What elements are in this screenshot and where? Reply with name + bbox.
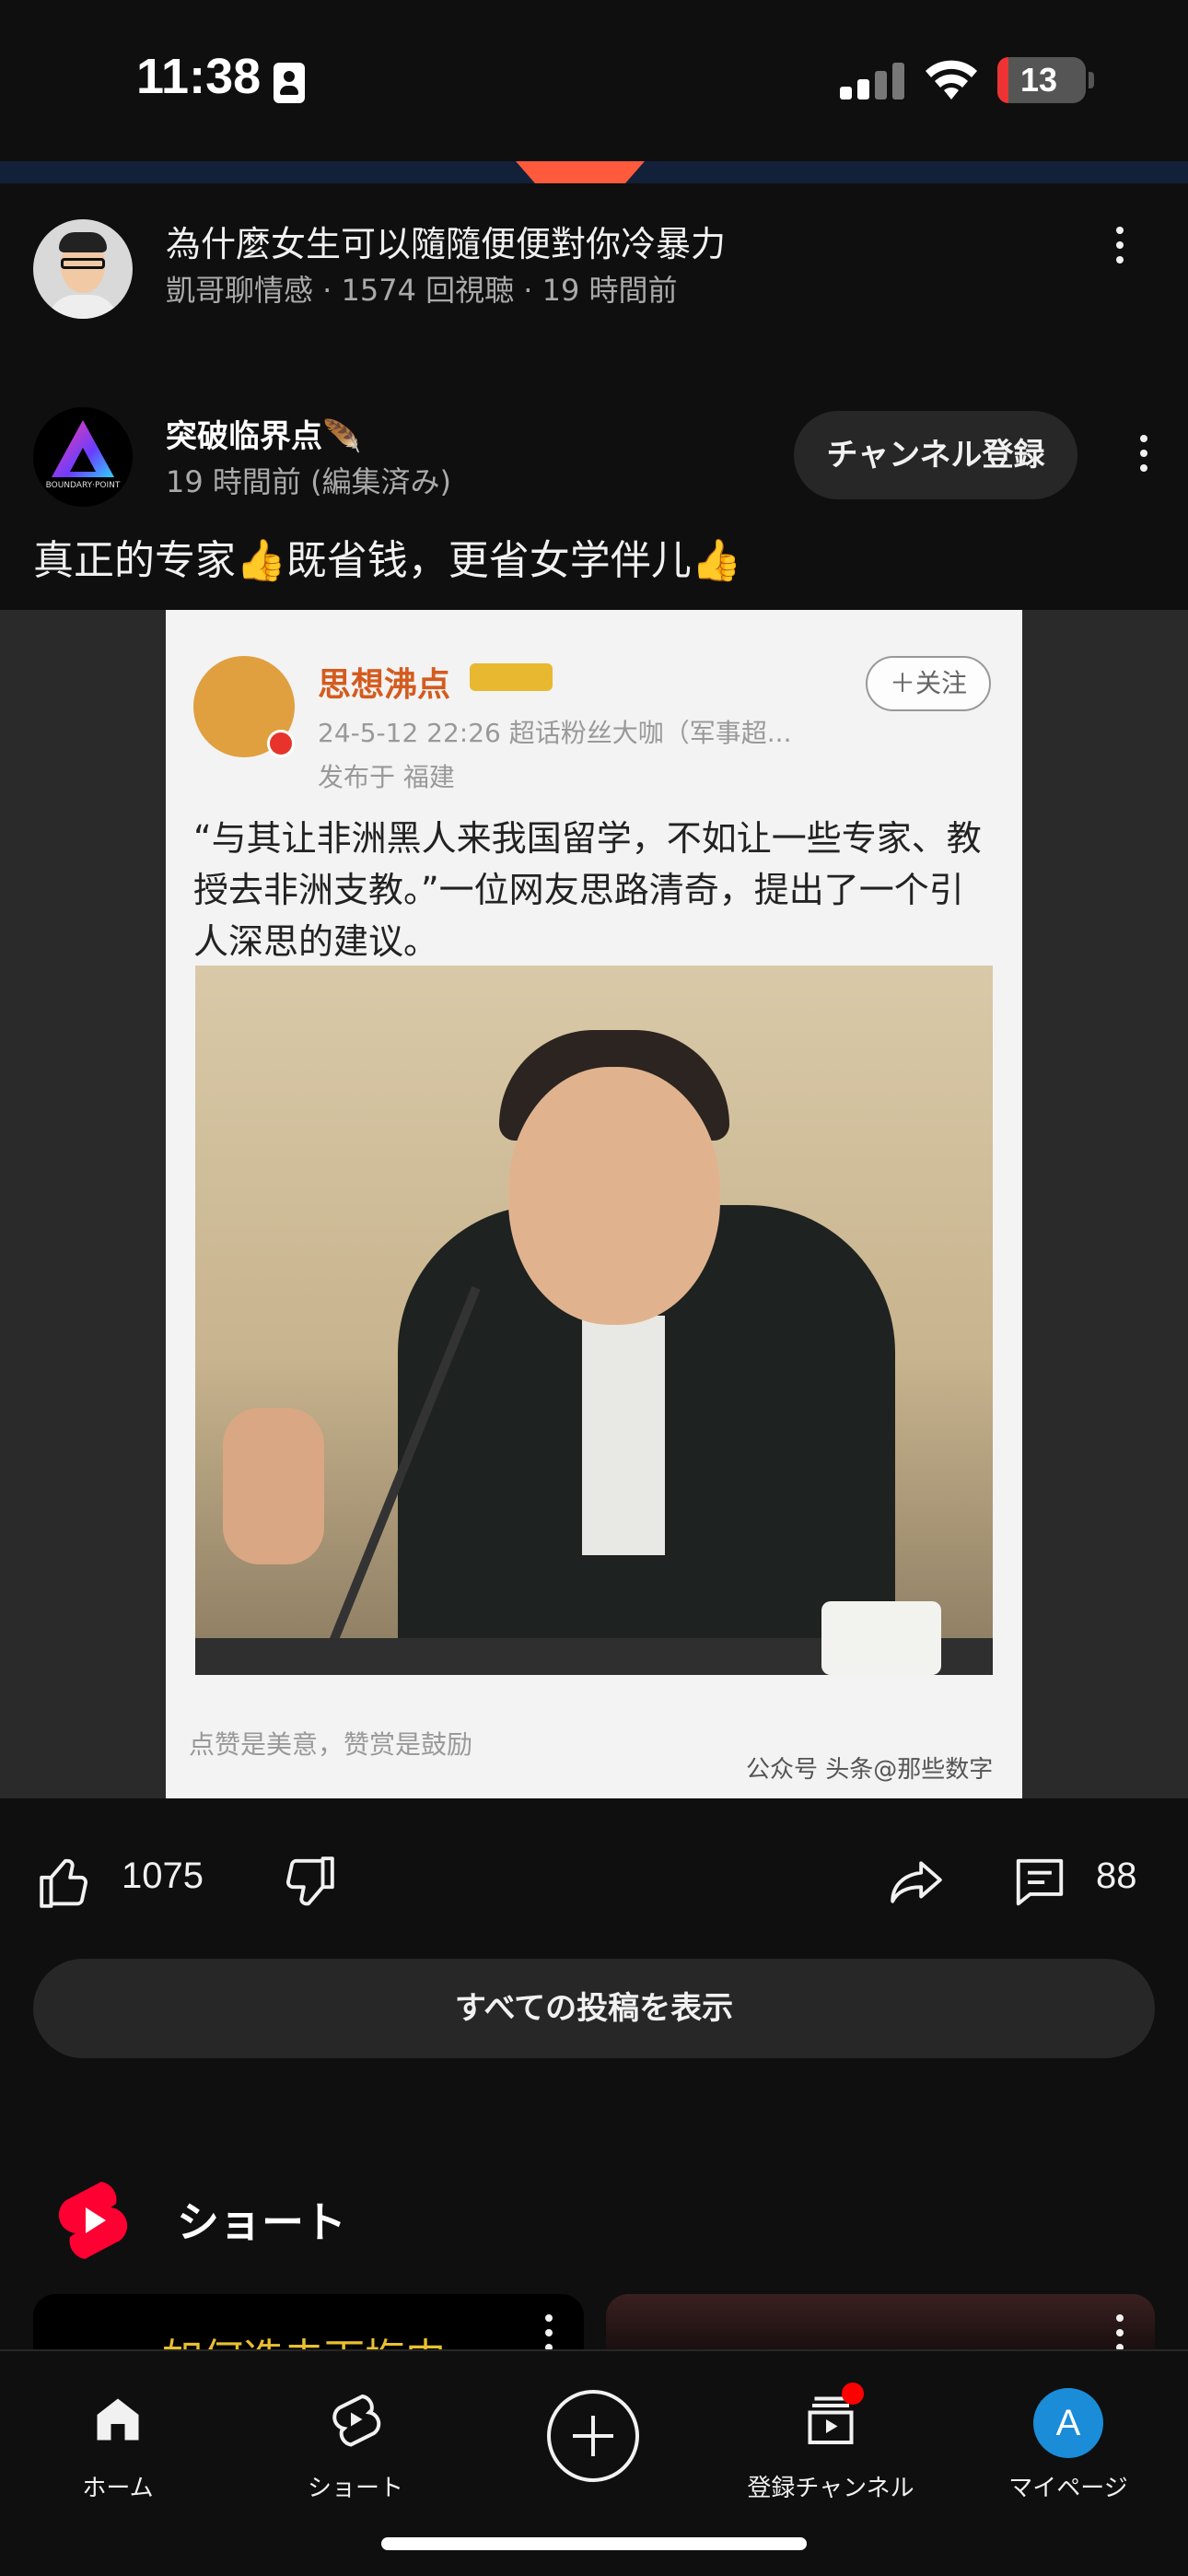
status-time: 11:38	[136, 49, 262, 104]
short-more-icon[interactable]	[530, 2307, 567, 2349]
subscribe-button[interactable]: チャンネル登録	[794, 411, 1077, 499]
card-rank-badge	[470, 663, 553, 691]
create-button[interactable]	[547, 2390, 639, 2482]
video-channel-avatar[interactable]	[33, 219, 133, 319]
card-location: 发布于 福建	[318, 762, 455, 792]
short-card[interactable]	[606, 2294, 1155, 2351]
battery-icon: 13	[997, 57, 1086, 103]
card-photo	[195, 966, 993, 1675]
share-icon[interactable]	[886, 1854, 947, 1911]
nav-home[interactable]: ホーム	[17, 2370, 219, 2508]
video-more-icon[interactable]	[1101, 219, 1138, 275]
cellular-signal-icon	[840, 63, 904, 100]
nav-me-label: マイページ	[1008, 2475, 1128, 2502]
like-icon[interactable]	[37, 1854, 94, 1911]
nav-me[interactable]: マイページ	[967, 2370, 1170, 2508]
card-meta: 24-5-12 22:26 超话粉丝大咖（军事超...	[318, 718, 792, 748]
view-all-posts-button[interactable]: すべての投稿を表示	[33, 1959, 1155, 2058]
video-thumbnail-strip[interactable]	[0, 161, 1188, 183]
shorts-title: ショート	[177, 2197, 346, 2247]
comment-count: 88	[1096, 1856, 1137, 1896]
embedded-screenshot: 思想沸点 ＋关注 24-5-12 22:26 超话粉丝大咖（军事超... 发布于…	[166, 610, 1022, 1798]
nav-subscriptions[interactable]: 登録チャンネル	[729, 2370, 932, 2508]
channel-avatar[interactable]: BOUNDARY·POINT	[33, 407, 133, 507]
home-icon	[97, 2398, 139, 2441]
wifi-icon	[926, 60, 977, 100]
short-card-title: 如何选去下梅内	[162, 2325, 446, 2349]
video-list-item[interactable]: 為什麼女生可以隨隨便便對你冷暴力 凱哥聊情感 · 1574 回視聴 · 19 時…	[0, 193, 1188, 332]
nav-subscriptions-label: 登録チャンネル	[747, 2475, 914, 2502]
battery-level: 13	[1019, 61, 1058, 99]
channel-avatar-text: BOUNDARY·POINT	[45, 481, 121, 490]
post-text: 真正的专家👍既省钱，更省女学伴儿👍	[33, 537, 742, 584]
post-time: 19 時間前 (編集済み)	[166, 464, 452, 499]
notification-dot	[842, 2383, 864, 2405]
nav-shorts[interactable]: ショート	[254, 2370, 457, 2508]
status-bar: 11:38 13	[0, 0, 1188, 161]
dislike-icon[interactable]	[280, 1854, 337, 1911]
shorts-logo-icon	[58, 2182, 128, 2259]
video-title[interactable]: 為什麼女生可以隨隨便便對你冷暴力	[166, 216, 726, 266]
contact-card-icon	[274, 63, 305, 103]
card-user-avatar	[193, 656, 295, 757]
post-action-bar: 1075 88	[0, 1833, 1188, 1926]
channel-name[interactable]: 突破临界点🪶	[166, 411, 361, 456]
card-follow-button: ＋关注	[866, 656, 991, 711]
battery-cap	[1089, 72, 1094, 88]
card-username: 思想沸点	[318, 666, 451, 704]
card-watermark: 公众号 头条@那些数字	[746, 1756, 994, 1784]
nav-home-label: ホーム	[82, 2475, 154, 2502]
home-indicator[interactable]	[381, 2537, 807, 2550]
shorts-icon	[332, 2394, 381, 2447]
post-header: BOUNDARY·POINT 突破临界点🪶 19 時間前 (編集済み) チャンネ…	[0, 396, 1188, 516]
comment-icon[interactable]	[1011, 1854, 1068, 1911]
short-card[interactable]: 如何选去下梅内	[33, 2294, 584, 2349]
post-image[interactable]: 思想沸点 ＋关注 24-5-12 22:26 超话粉丝大咖（军事超... 发布于…	[0, 610, 1188, 1798]
nav-shorts-label: ショート	[307, 2475, 403, 2502]
video-meta: 凱哥聊情感 · 1574 回視聴 · 19 時間前	[166, 273, 678, 308]
shorts-section-header: ショート	[0, 2174, 1188, 2266]
like-count: 1075	[122, 1856, 204, 1896]
card-footer: 点赞是美意，赞赏是鼓励	[189, 1729, 473, 1760]
card-body-text: “与其让非洲黑人来我国留学，不如让一些专家、教授去非洲支教。”一位网友思路清奇，…	[193, 818, 982, 962]
post-more-icon[interactable]	[1125, 427, 1162, 483]
